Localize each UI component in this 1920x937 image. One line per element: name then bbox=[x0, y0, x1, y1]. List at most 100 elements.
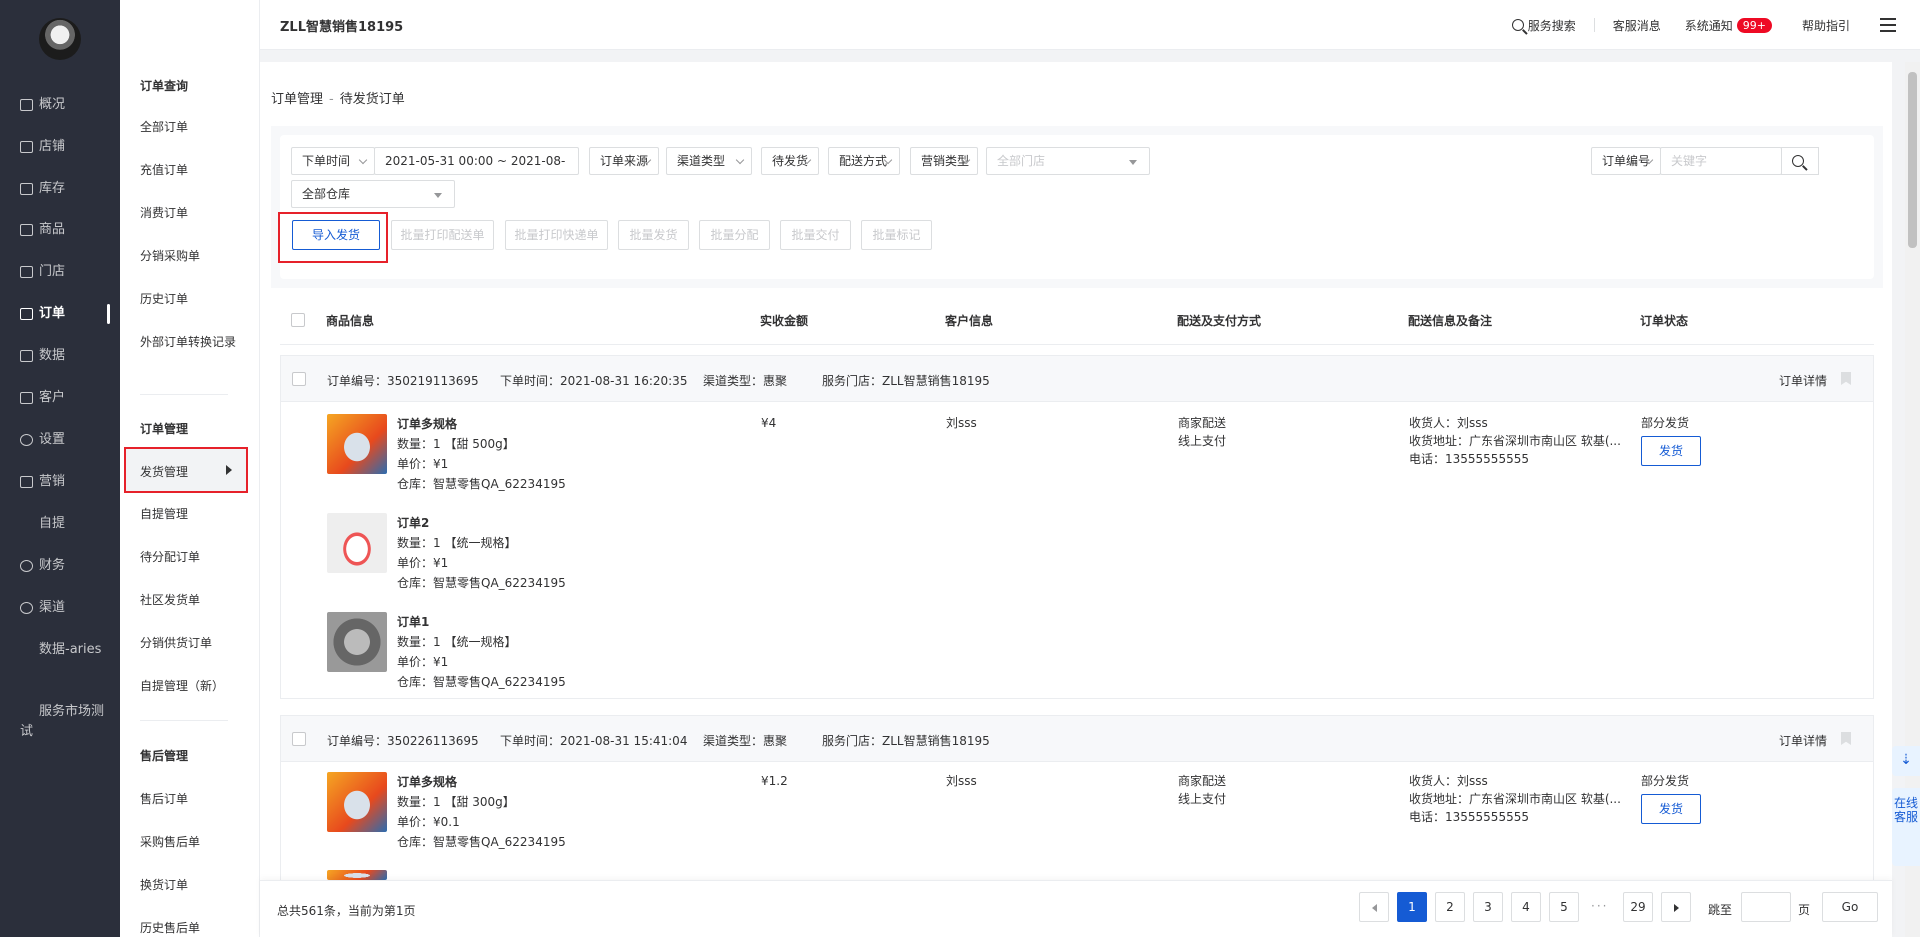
page-button-last[interactable]: 29 bbox=[1623, 892, 1653, 922]
nav-item-finance[interactable]: 财务 bbox=[20, 552, 120, 580]
scrollbar-thumb[interactable] bbox=[1908, 72, 1917, 248]
page-button-2[interactable]: 2 bbox=[1435, 892, 1465, 922]
marketing-type-select[interactable]: 营销类型 bbox=[910, 147, 978, 175]
ship-button[interactable]: 发货 bbox=[1641, 436, 1701, 466]
product-price: 单价：¥0.1 bbox=[397, 815, 460, 829]
nav-item-marketing[interactable]: 营销 bbox=[20, 468, 120, 496]
system-notify-link[interactable]: 系统通知 99+ bbox=[1685, 17, 1772, 34]
online-service-button[interactable]: 在线客服 bbox=[1892, 788, 1920, 866]
product-name[interactable]: 订单2 bbox=[397, 513, 637, 533]
page-ellipsis[interactable]: ··· bbox=[1591, 899, 1608, 913]
submenu-recharge-orders[interactable]: 充值订单 bbox=[140, 161, 240, 179]
page-button-4[interactable]: 4 bbox=[1511, 892, 1541, 922]
submenu-community-ship[interactable]: 社区发货单 bbox=[140, 591, 240, 609]
date-range-picker[interactable]: 2021-05-31 00:00 ~ 2021-08-31 23:59 bbox=[374, 147, 579, 194]
select-all-checkbox[interactable] bbox=[291, 313, 305, 327]
service-search-link[interactable]: 服务搜索 bbox=[1511, 17, 1576, 34]
order-detail-link[interactable]: 订单详情 bbox=[1779, 372, 1827, 389]
order-amount: ¥1.2 bbox=[761, 774, 788, 788]
submenu-history-orders[interactable]: 历史订单 bbox=[140, 290, 240, 308]
submenu-purchase-aftersale[interactable]: 采购售后单 bbox=[140, 833, 240, 851]
nav-item-data-aries[interactable]: 数据-aries bbox=[20, 640, 110, 660]
batch-ship-button[interactable]: 批量发货 bbox=[618, 220, 689, 250]
nav-item-inventory[interactable]: 库存 bbox=[20, 175, 120, 203]
data-icon bbox=[20, 350, 33, 362]
submenu-all-orders[interactable]: 全部订单 bbox=[140, 118, 240, 136]
col-order-status: 订单状态 bbox=[1640, 314, 1689, 328]
batch-assign-button[interactable]: 批量分配 bbox=[699, 220, 770, 250]
batch-print-express-button[interactable]: 批量打印快递单 bbox=[505, 220, 608, 250]
avatar[interactable] bbox=[39, 18, 81, 60]
flag-icon[interactable] bbox=[1841, 372, 1851, 385]
menu-icon[interactable] bbox=[1880, 18, 1896, 32]
submenu-history-aftersale[interactable]: 历史售后单 bbox=[140, 919, 240, 937]
nav-item-goods[interactable]: 商品 bbox=[20, 216, 120, 244]
batch-mark-button[interactable]: 批量标记 bbox=[861, 220, 932, 250]
page-button-1[interactable]: 1 bbox=[1397, 892, 1427, 922]
product-image[interactable] bbox=[327, 772, 387, 832]
submenu-pickup-manage[interactable]: 自提管理 bbox=[140, 505, 240, 523]
order-time: 下单时间：2021-08-31 15:41:04 bbox=[500, 734, 688, 748]
delivery-method: 商家配送 bbox=[1178, 774, 1227, 788]
breadcrumb-parent[interactable]: 订单管理 bbox=[271, 92, 323, 107]
product-warehouse: 仓库：智慧零售QA_62234195 bbox=[397, 835, 566, 849]
go-button[interactable]: Go bbox=[1822, 892, 1878, 922]
submenu-external-convert[interactable]: 外部订单转换记录 bbox=[140, 333, 240, 351]
col-amount: 实收金额 bbox=[760, 314, 809, 328]
nav-item-customer[interactable]: 客户 bbox=[20, 384, 120, 412]
search-button[interactable] bbox=[1781, 147, 1819, 175]
order-customer[interactable]: 刘sss bbox=[946, 414, 977, 432]
submenu-distribution-supply[interactable]: 分销供货订单 bbox=[140, 634, 240, 652]
jump-page-input[interactable] bbox=[1741, 892, 1791, 922]
nav-item-store[interactable]: 店铺 bbox=[20, 133, 120, 161]
customer-messages-link[interactable]: 客服消息 bbox=[1613, 17, 1661, 34]
ship-button[interactable]: 发货 bbox=[1641, 794, 1701, 824]
receiver-name: 收货人：刘sss bbox=[1409, 416, 1488, 430]
product-name[interactable]: 订单多规格 bbox=[397, 414, 637, 434]
product-name[interactable]: 订单1 bbox=[397, 612, 637, 632]
submenu-aftersale-orders[interactable]: 售后订单 bbox=[140, 790, 240, 808]
submenu-consume-orders[interactable]: 消费订单 bbox=[140, 204, 240, 222]
keyword-input[interactable]: 关键字 bbox=[1660, 147, 1782, 175]
order-status-select[interactable]: 待发货 bbox=[761, 147, 819, 175]
nav-item-channel[interactable]: 渠道 bbox=[20, 594, 120, 622]
store-select[interactable]: 全部门店 bbox=[986, 147, 1150, 175]
submenu-pending-assign[interactable]: 待分配订单 bbox=[140, 548, 240, 566]
nav-item-overview[interactable]: 概况 bbox=[20, 91, 120, 119]
download-icon[interactable]: ⇣ bbox=[1892, 746, 1920, 776]
order-checkbox[interactable] bbox=[292, 732, 306, 746]
product-image[interactable] bbox=[327, 612, 387, 672]
nav-item-shop[interactable]: 门店 bbox=[20, 258, 120, 286]
nav-item-service-market[interactable]: 服务市场测试 bbox=[20, 702, 110, 742]
order-checkbox[interactable] bbox=[292, 372, 306, 386]
submenu-distribution-purchase[interactable]: 分销采购单 bbox=[140, 247, 240, 265]
batch-handover-button[interactable]: 批量交付 bbox=[780, 220, 851, 250]
product-image[interactable] bbox=[327, 870, 387, 880]
order-card: 订单编号：350219113695 下单时间：2021-08-31 16:20:… bbox=[280, 355, 1874, 699]
page-button-5[interactable]: 5 bbox=[1549, 892, 1579, 922]
delivery-method-select[interactable]: 配送方式 bbox=[828, 147, 900, 175]
search-field-select[interactable]: 订单编号 bbox=[1591, 147, 1661, 175]
help-guide-link[interactable]: 帮助指引 bbox=[1802, 17, 1850, 34]
order-customer[interactable]: 刘sss bbox=[946, 772, 977, 790]
submenu-pickup-new[interactable]: 自提管理（新） bbox=[140, 677, 240, 695]
nav-item-order[interactable]: 订单 bbox=[20, 300, 120, 328]
product-name[interactable]: 订单多规格 bbox=[397, 772, 637, 792]
nav-item-settings[interactable]: 设置 bbox=[20, 426, 120, 454]
batch-print-delivery-button[interactable]: 批量打印配送单 bbox=[391, 220, 494, 250]
channel-type-select[interactable]: 渠道类型 bbox=[666, 147, 752, 175]
submenu-shipping-manage[interactable]: 发货管理 bbox=[124, 447, 248, 493]
order-source-select[interactable]: 订单来源 bbox=[589, 147, 659, 175]
nav-item-data[interactable]: 数据 bbox=[20, 342, 120, 370]
warehouse-select[interactable]: 全部仓库 bbox=[291, 180, 455, 208]
order-detail-link[interactable]: 订单详情 bbox=[1779, 732, 1827, 749]
prev-page-button[interactable] bbox=[1359, 892, 1389, 922]
page-button-3[interactable]: 3 bbox=[1473, 892, 1503, 922]
submenu-exchange-orders[interactable]: 换货订单 bbox=[140, 876, 240, 894]
time-type-select[interactable]: 下单时间 bbox=[291, 147, 375, 175]
product-image[interactable] bbox=[327, 414, 387, 474]
product-image[interactable] bbox=[327, 513, 387, 573]
chevron-down-icon bbox=[358, 155, 368, 165]
next-page-button[interactable] bbox=[1661, 892, 1691, 922]
flag-icon[interactable] bbox=[1841, 732, 1851, 745]
